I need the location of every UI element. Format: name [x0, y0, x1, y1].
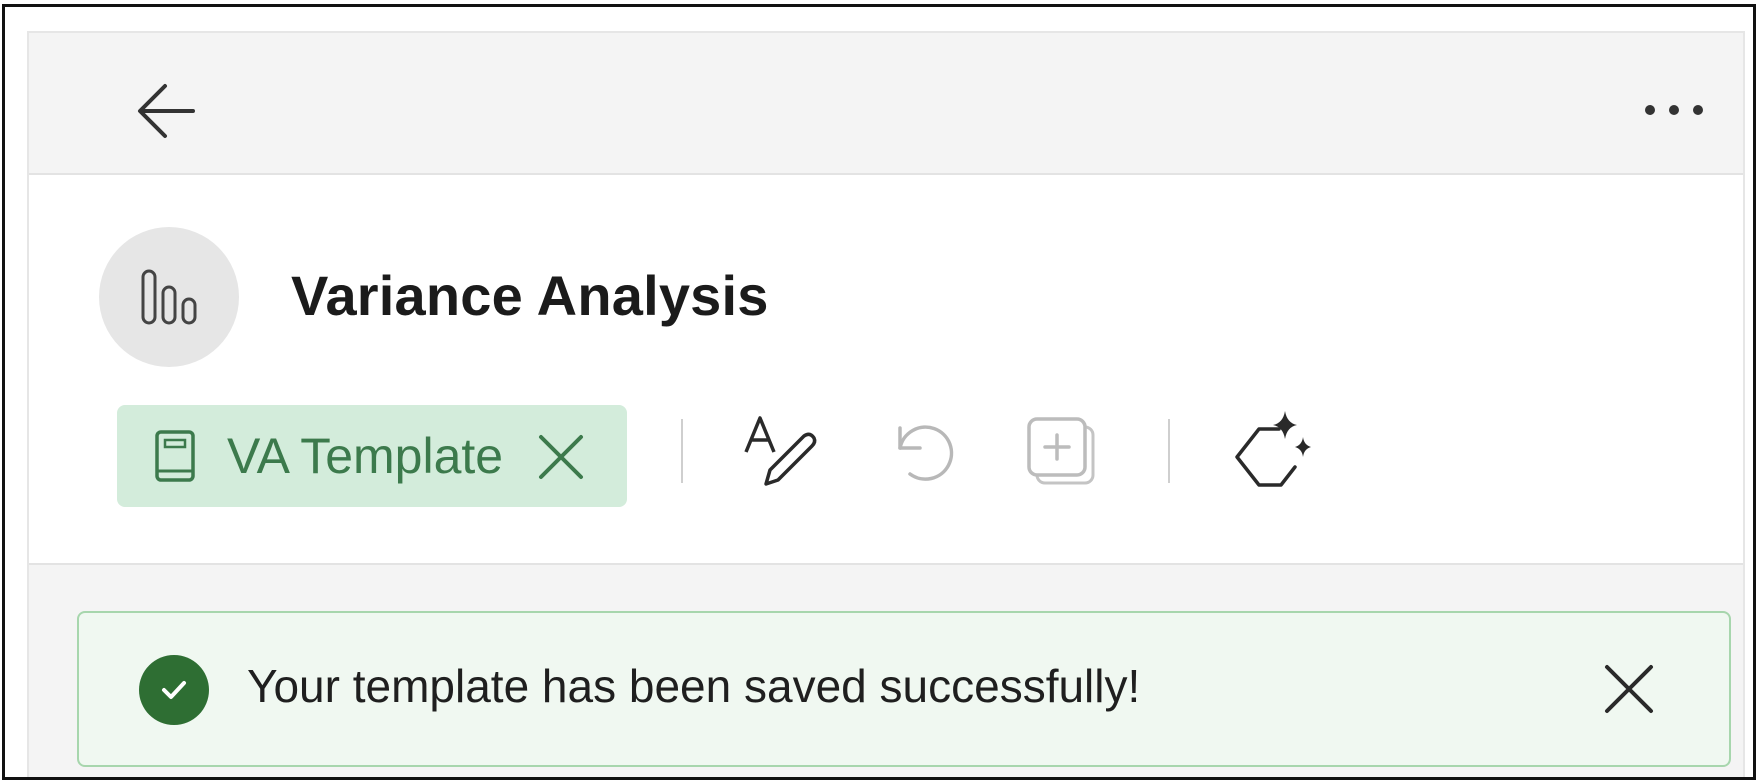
edit-text-button[interactable] [741, 411, 821, 491]
notification-message: Your template has been saved successfull… [247, 660, 1141, 712]
panel-topbar [29, 33, 1743, 175]
template-chip[interactable]: VA Template [117, 405, 627, 507]
book-icon [155, 430, 195, 482]
window-frame: Variance Analysis VA Template Your templ… [2, 4, 1756, 780]
more-options-button[interactable] [1629, 77, 1719, 143]
close-icon[interactable] [1599, 659, 1659, 719]
ai-assist-button[interactable] [1229, 405, 1319, 495]
add-copy-button[interactable] [1023, 413, 1103, 493]
panel-header: Variance Analysis VA Template [29, 175, 1743, 565]
template-chip-label: VA Template [227, 428, 504, 484]
back-button[interactable] [129, 73, 205, 149]
close-icon[interactable] [535, 431, 587, 483]
undo-icon [898, 425, 954, 481]
success-check-icon [139, 655, 209, 725]
ai-sparkle-hexagon-icon [1235, 411, 1311, 487]
avatar [99, 227, 239, 367]
toolbar-divider-2 [1168, 419, 1170, 483]
undo-button[interactable] [883, 415, 959, 491]
page-title: Variance Analysis [291, 264, 769, 327]
toolbar-divider [681, 419, 683, 483]
add-copy-icon [1027, 417, 1095, 485]
success-notification: Your template has been saved successfull… [77, 611, 1731, 767]
text-edit-icon [744, 416, 817, 486]
arrow-left-icon [138, 84, 195, 138]
more-horizontal-icon [1645, 105, 1703, 115]
bar-chart-icon [141, 269, 197, 325]
